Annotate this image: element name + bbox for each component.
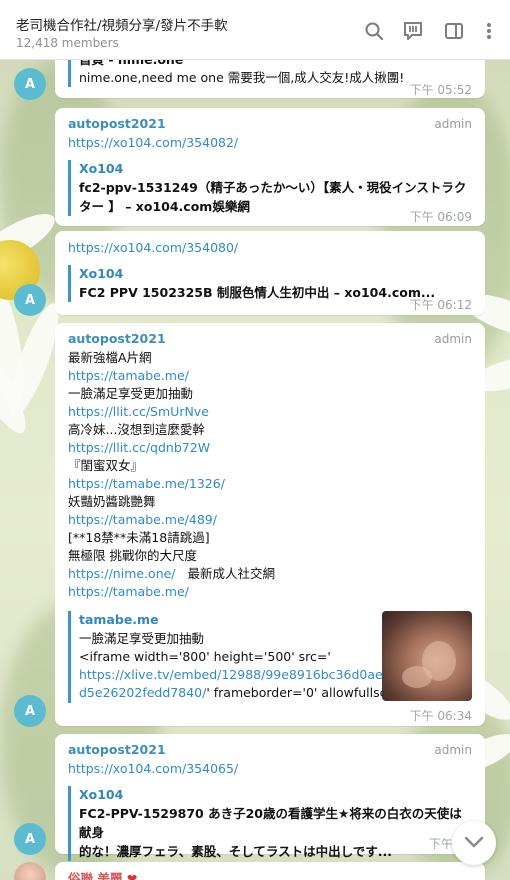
preview-description-tail: ' frameborder='0' allowfullsc... [206,685,399,700]
sender-name[interactable]: autopost2021 [68,742,472,760]
message-link[interactable]: https://tamabe.me/1326/ [68,475,472,493]
message-link[interactable]: https://tamabe.me/489/ [68,511,472,529]
message-time: 下午 06:34 [409,709,472,723]
chevron-down-icon [463,835,485,852]
message-text-line: 『閨蜜双女』 [68,458,144,473]
avatar[interactable]: A [14,284,46,316]
link-preview[interactable]: tamabe.me 一臉滿足享受更加抽動 <iframe width='800'… [68,611,472,703]
message-bubble[interactable]: autopost2021 admin https://xo104.com/354… [55,108,485,226]
message-link[interactable]: https://nime.one/ [68,566,176,581]
preview-site-name: Xo104 [79,266,124,281]
preview-title: fc2-ppv-1531249（精子あったか～い）【素人・現役インストラク [79,180,467,195]
preview-title: FC2-PPV-1529870 あき子20歳の看護学生★将来の白衣の天使は献身 [79,806,462,840]
member-count: 12,418 members [16,36,119,50]
chat-header: 老司機合作社/視頻分享/發片不手軟 12,418 members [0,0,510,60]
search-icon[interactable] [364,21,384,41]
role-badge: admin [434,117,472,131]
message-link[interactable]: https://llit.cc/SmUrNve [68,403,472,421]
message-link[interactable]: https://tamabe.me/ [68,367,472,385]
chat-title[interactable]: 老司機合作社/視頻分享/發片不手軟 [16,14,228,34]
message-text-line: 一臉滿足享受更加抽動 [68,386,194,401]
sender-name[interactable]: autopost2021 [68,116,472,134]
preview-link[interactable]: d5e26202fedd7840/ [79,685,206,700]
preview-site-name: Xo104 [79,787,124,802]
message-text-line: 妖豔奶醬跳艷舞 [68,494,156,509]
sidebar-icon[interactable] [444,21,464,41]
scroll-down-button[interactable] [452,821,496,865]
heart-icon: ❤ [126,871,138,880]
preview-site-name: Xo104 [79,161,124,176]
message-link[interactable]: https://tamabe.me/ [68,583,472,601]
message-bubble[interactable]: 俗聯 美麗 ❤ [55,862,485,880]
sender-name[interactable]: autopost2021 [68,331,472,349]
avatar[interactable]: A [14,823,46,855]
message-time: 下午 06:09 [409,210,472,224]
message-text-line: https://nime.one/ 最新成人社交網 [68,565,472,583]
role-badge: admin [434,743,472,757]
message-link[interactable]: https://xo104.com/354065/ [68,760,472,778]
preview-thumbnail[interactable] [382,611,472,701]
message-text-fragment: 最新成人社交網 [187,566,276,581]
message-text-line: [**18禁**未滿18請跳過] [68,530,210,545]
message-bubble[interactable]: autopost2021 admin 最新強檔A片網 https://tamab… [55,323,485,726]
sender-name[interactable]: 俗聯 美麗 ❤ [68,868,472,880]
sender-name-text: 俗聯 美麗 [68,871,123,880]
message-time: 下午 06:12 [409,298,472,312]
message-link[interactable]: https://xo104.com/354080/ [68,239,472,257]
message-bubble[interactable]: https://xo104.com/354080/ Xo104 FC2 PPV … [55,231,485,315]
message-bubble[interactable]: autopost2021 admin https://xo104.com/354… [55,734,485,861]
preview-title-line2: 的な！濃厚フェラ、素股、そしてラストは中出しです... [79,844,392,859]
more-icon[interactable] [479,21,499,41]
message-text-line: 高冷妹...沒想到這麼愛幹 [68,422,205,437]
role-badge: admin [434,332,472,346]
message-text-line: 無極限 挑戰你的大尺度 [68,548,197,563]
link-preview[interactable]: Xo104 FC2-PPV-1529870 あき子20歳の看護学生★将来の白衣の… [68,786,472,861]
message-time: 下午 05:52 [409,83,472,97]
message-link[interactable]: https://xo104.com/354082/ [68,134,472,152]
message-text-line: 最新強檔A片網 [68,350,152,365]
message-link[interactable]: https://llit.cc/qdnb72W [68,439,472,457]
chat-icon[interactable] [403,21,423,41]
avatar[interactable]: A [14,68,46,100]
avatar[interactable]: A [14,695,46,727]
